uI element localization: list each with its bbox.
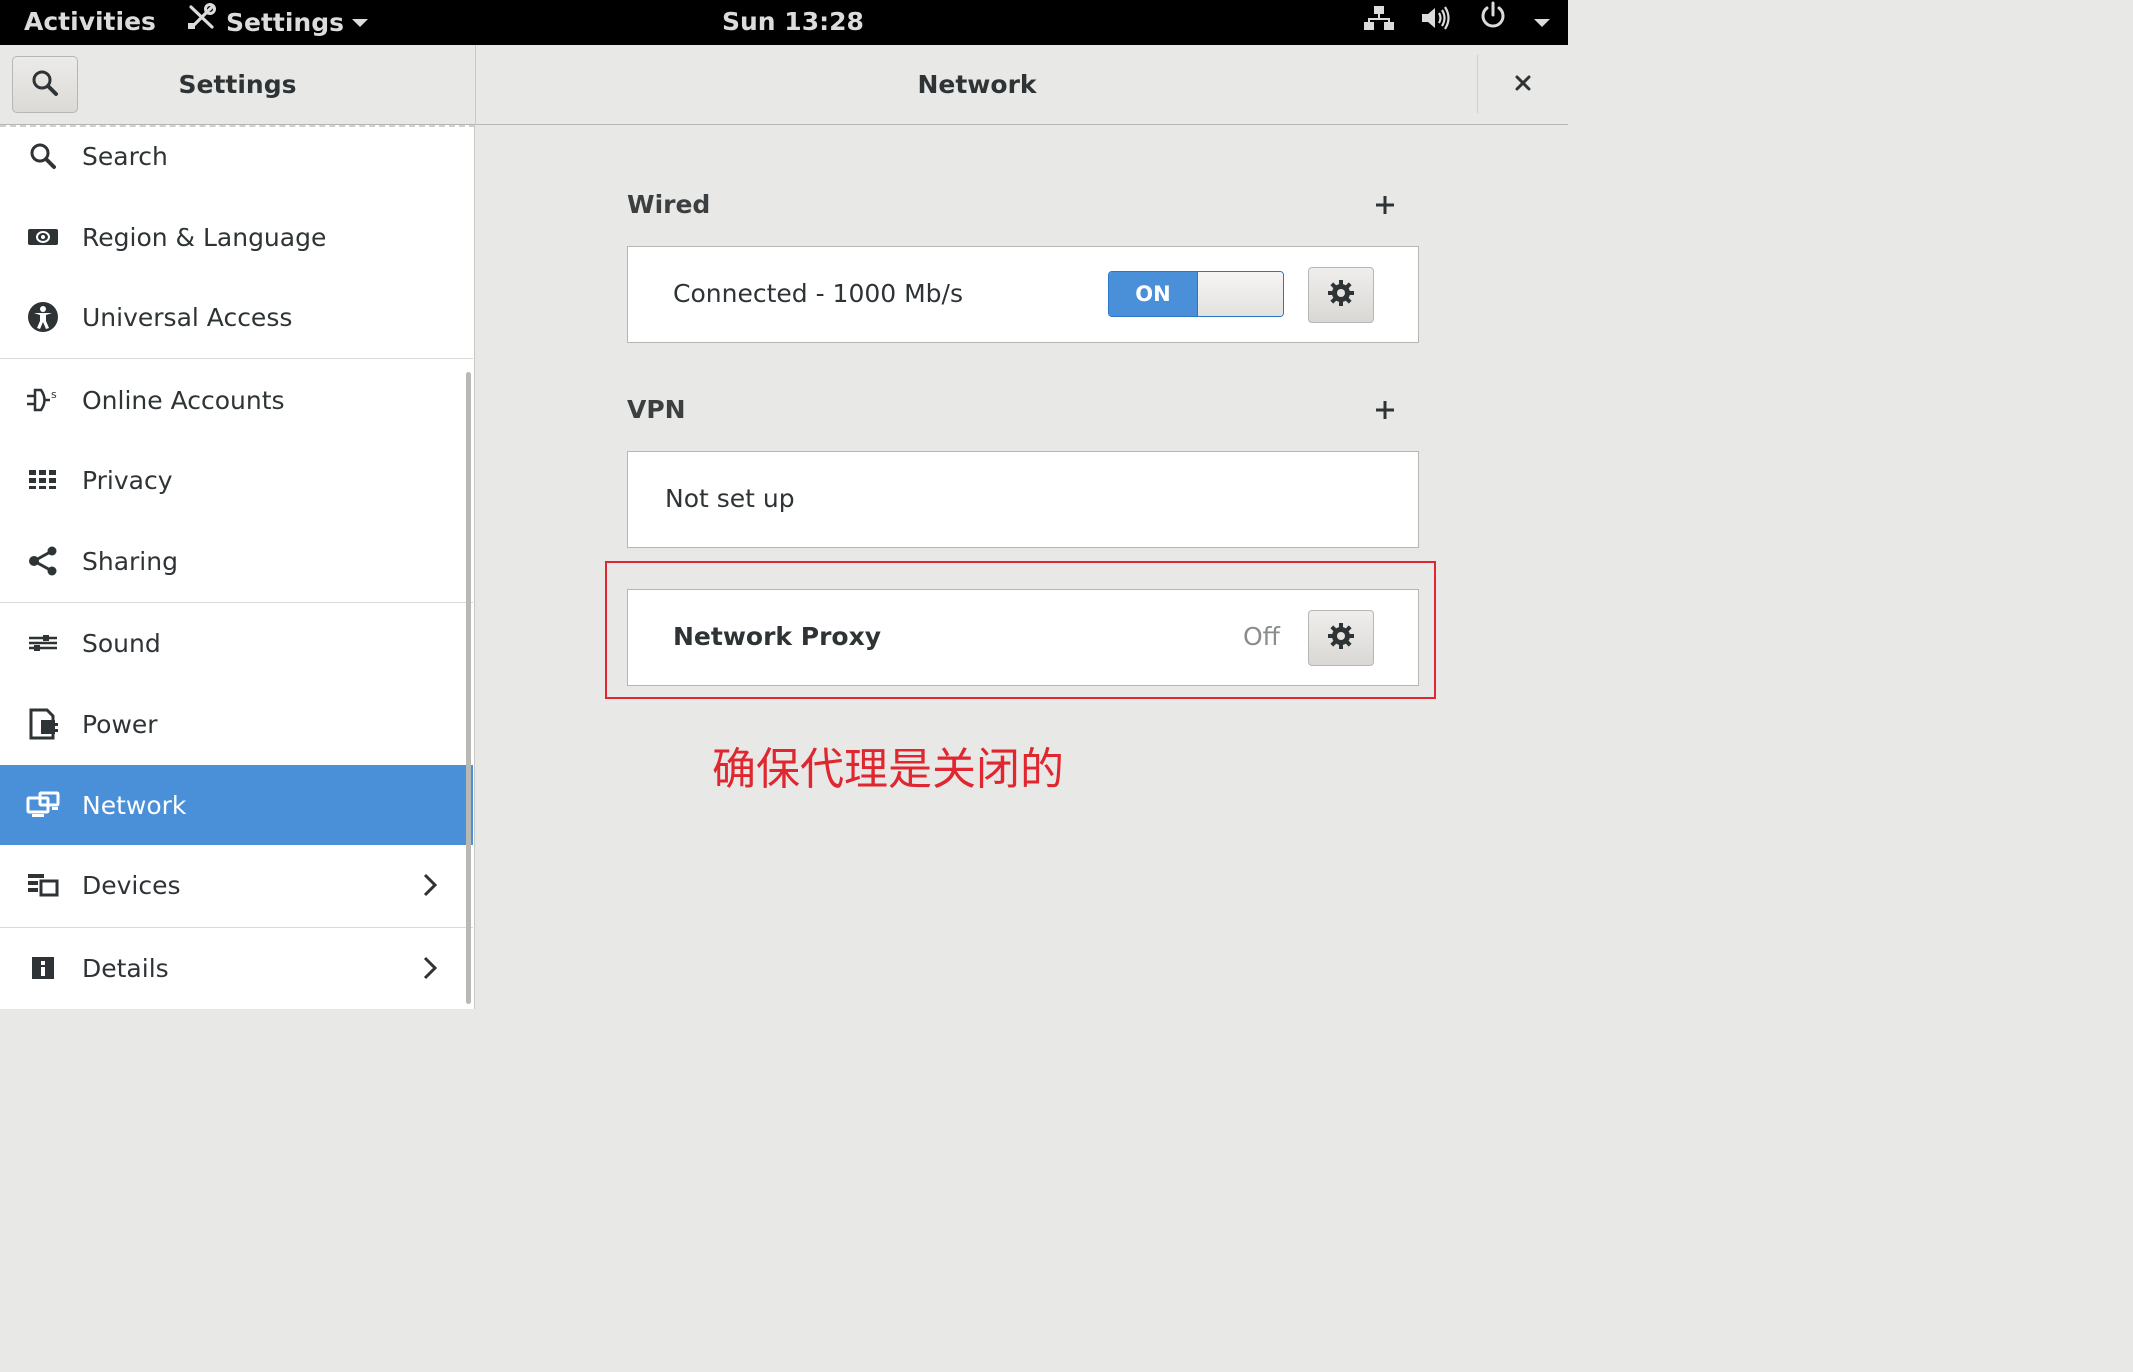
wired-panel: Connected - 1000 Mb/s ON	[627, 246, 1419, 343]
search-button[interactable]	[12, 56, 78, 113]
add-vpn-button[interactable]	[1370, 397, 1400, 427]
wired-toggle[interactable]: ON	[1108, 271, 1284, 317]
sidebar-item-region-language[interactable]: Region & Language	[0, 197, 473, 277]
privacy-icon	[26, 463, 60, 497]
close-separator	[1477, 55, 1478, 113]
chevron-down-icon	[352, 18, 369, 27]
settings-tools-icon	[186, 1, 218, 44]
page-title: Network	[917, 70, 1037, 99]
sidebar-item-details[interactable]: Details	[0, 928, 473, 1008]
search-icon	[31, 69, 59, 101]
devices-icon	[26, 868, 60, 902]
sidebar-item-universal-access[interactable]: Universal Access	[0, 277, 473, 357]
sidebar: Search Region & Language Universal Acces…	[0, 125, 475, 1009]
vpn-section-title: VPN	[627, 395, 686, 424]
sidebar-item-label: Universal Access	[82, 302, 293, 332]
wired-section-title: Wired	[627, 190, 711, 219]
sidebar-item-label: Devices	[82, 870, 181, 900]
sidebar-item-label: Privacy	[82, 465, 173, 495]
sharing-icon	[26, 544, 60, 578]
chevron-down-icon	[1534, 18, 1550, 27]
power-icon	[26, 707, 60, 741]
header-bar: Settings Network	[0, 45, 1568, 125]
sidebar-item-label: Sharing	[82, 546, 178, 576]
vpn-status: Not set up	[665, 484, 795, 513]
sidebar-item-search[interactable]: Search	[0, 125, 473, 196]
clock[interactable]: Sun 13:28	[722, 0, 864, 45]
details-icon	[26, 951, 60, 985]
app-menu-label: Settings	[226, 8, 345, 37]
search-icon	[26, 139, 60, 173]
gear-icon	[1327, 279, 1355, 311]
app-menu[interactable]: Settings	[186, 0, 369, 45]
plus-icon	[1374, 194, 1396, 220]
sidebar-item-power[interactable]: Power	[0, 684, 473, 764]
sidebar-separator	[0, 358, 473, 359]
sidebar-item-label: Online Accounts	[82, 385, 285, 415]
toggle-knob	[1197, 272, 1283, 316]
region-icon	[26, 220, 60, 254]
plus-icon	[1374, 399, 1396, 425]
volume-icon	[1420, 1, 1452, 44]
wired-settings-button[interactable]	[1308, 267, 1374, 323]
sidebar-item-label: Power	[82, 709, 158, 739]
online-accounts-icon: s	[26, 383, 60, 417]
sidebar-item-label: Details	[82, 953, 169, 983]
sidebar-item-sound[interactable]: Sound	[0, 603, 473, 683]
activities-button[interactable]: Activities	[24, 0, 156, 45]
sidebar-item-sharing[interactable]: Sharing	[0, 521, 473, 601]
network-icon	[26, 788, 60, 822]
power-off-icon	[1478, 1, 1508, 44]
sidebar-item-privacy[interactable]: Privacy	[0, 440, 473, 520]
annotation-highlight-box	[605, 561, 1436, 699]
vpn-panel: Not set up	[627, 451, 1419, 548]
sidebar-scrollbar[interactable]	[466, 372, 471, 1004]
top-bar: Activities Settings Sun 13:28	[0, 0, 1568, 45]
sidebar-item-label: Region & Language	[82, 222, 327, 252]
status-area[interactable]	[1364, 0, 1550, 45]
wired-status: Connected - 1000 Mb/s	[673, 279, 963, 308]
universal-access-icon	[26, 300, 60, 334]
sidebar-item-label: Search	[82, 141, 168, 171]
sidebar-item-label: Network	[82, 790, 187, 820]
network-wired-icon	[1364, 1, 1394, 44]
annotation-text: 确保代理是关闭的	[712, 744, 1064, 795]
sidebar-item-devices[interactable]: Devices	[0, 845, 473, 925]
toggle-on-label: ON	[1109, 272, 1197, 316]
sidebar-item-network[interactable]: Network	[0, 765, 473, 845]
sound-icon	[26, 626, 60, 660]
sidebar-item-online-accounts[interactable]: s Online Accounts	[0, 360, 473, 440]
close-button[interactable]	[1497, 65, 1549, 105]
sidebar-item-label: Sound	[82, 628, 161, 658]
svg-text:s: s	[51, 388, 57, 401]
chevron-right-icon	[418, 953, 442, 983]
close-icon	[1514, 74, 1532, 96]
add-wired-button[interactable]	[1370, 192, 1400, 222]
chevron-right-icon	[418, 870, 442, 900]
